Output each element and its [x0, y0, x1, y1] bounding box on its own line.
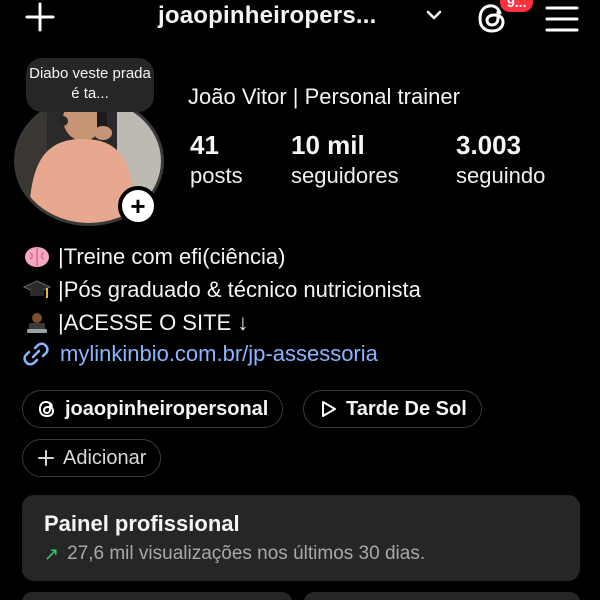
profile-link[interactable]: mylinkinbio.com.br/jp-assessoria [22, 340, 378, 368]
threads-icon [38, 400, 55, 418]
music-chip[interactable]: Tarde De Sol [303, 390, 482, 428]
share-profile-button[interactable] [304, 592, 580, 600]
dashboard-subtitle: ↗ 27,6 mil visualizações nos últimos 30 … [44, 543, 558, 565]
following-label: seguindo [456, 163, 546, 188]
posts-count: 41 [190, 130, 219, 160]
note-bubble-tail [58, 116, 68, 126]
add-story-button[interactable]: + [118, 186, 158, 226]
link-icon [23, 342, 49, 366]
bio-line-2: |Pós graduado & técnico nutricionista [22, 273, 421, 306]
plus-icon [38, 450, 54, 466]
note-bubble[interactable]: Diabo veste prada é ta... [26, 58, 154, 112]
bio-text-3: |ACESSE O SITE ↓ [58, 310, 249, 335]
notification-badge: 9... [500, 0, 534, 12]
avatar[interactable]: + [14, 96, 164, 226]
followers-count: 10 mil [291, 130, 365, 160]
dashboard-stats: 27,6 mil visualizações nos últimos 30 di… [67, 543, 426, 564]
link-text[interactable]: mylinkinbio.com.br/jp-assessoria [60, 341, 378, 367]
add-chip-label: Adicionar [63, 446, 147, 469]
add-chip[interactable]: Adicionar [22, 439, 162, 477]
stat-following[interactable]: 3.003 seguindo [456, 130, 545, 192]
professional-dashboard[interactable]: Painel profissional ↗ 27,6 mil visualiza… [22, 495, 580, 581]
dashboard-title: Painel profissional [44, 511, 240, 536]
top-bar: joaopinheiropers... 9... [0, 0, 600, 40]
bio-text-2: |Pós graduado & técnico nutricionista [58, 277, 421, 302]
bio-line-1: |Treine com efi(ciência) [22, 240, 421, 273]
graduation-cap-icon [22, 277, 52, 303]
display-name: João Vitor | Personal trainer [188, 84, 460, 109]
username-title[interactable]: joaopinheiropers... [158, 2, 377, 30]
trend-up-icon: ↗ [44, 543, 60, 564]
create-plus-icon[interactable] [22, 0, 62, 36]
followers-label: seguidores [291, 163, 399, 188]
technologist-icon [22, 310, 52, 336]
threads-profile-chip[interactable]: joaopinheiropersonal [22, 390, 284, 428]
stat-followers[interactable]: 10 mil seguidores [291, 130, 399, 192]
chevron-down-icon[interactable] [424, 8, 444, 24]
following-count: 3.003 [456, 130, 522, 160]
stat-posts[interactable]: 41 posts [190, 130, 243, 192]
bio-line-3: |ACESSE O SITE ↓ [22, 306, 421, 339]
bio-text-1: |Treine com efi(ciência) [58, 244, 286, 269]
menu-icon[interactable] [544, 4, 580, 34]
bio: |Treine com efi(ciência) |Pós graduado &… [22, 240, 421, 339]
music-chip-label: Tarde De Sol [346, 397, 467, 420]
brain-icon [22, 244, 52, 270]
posts-label: posts [190, 163, 243, 188]
threads-chip-label: joaopinheiropersonal [65, 397, 269, 420]
edit-profile-button[interactable] [22, 592, 292, 600]
play-icon [322, 401, 336, 417]
